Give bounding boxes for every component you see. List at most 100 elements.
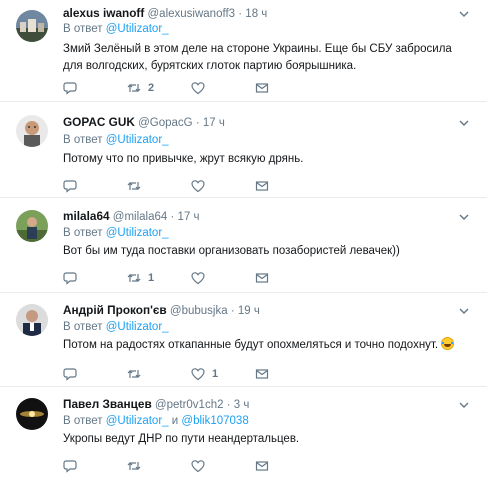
- retweet-icon: [127, 370, 141, 378]
- chevron-down-icon[interactable]: [459, 212, 469, 222]
- tweet[interactable]: Андрій Прокоп'єв @bubusjka · 19 ч В отве…: [0, 293, 487, 387]
- heart-icon: [191, 368, 205, 381]
- user-name[interactable]: Павел Званцев: [63, 397, 152, 411]
- retweet-button[interactable]: 2: [127, 80, 154, 96]
- tweet-text: Змий Зелёный в этом деле на стороне Укра…: [63, 43, 452, 72]
- tweet-header: milala64 @milala64 · 17 ч: [63, 209, 447, 224]
- reply-context: В ответ @Utilizator_: [63, 320, 169, 334]
- reply-icon: [63, 272, 77, 285]
- envelope-icon: [255, 181, 269, 191]
- tweet[interactable]: milala64 @milala64 · 17 ч В ответ @Utili…: [0, 198, 487, 293]
- user-name[interactable]: alexus iwanoff: [63, 6, 144, 20]
- retweet-icon: [127, 274, 141, 282]
- like-button[interactable]: 1: [191, 366, 218, 382]
- heart-icon: [191, 272, 205, 285]
- tweet-text-body: Потом на радостях откапанные будут опохм…: [63, 339, 439, 351]
- chevron-down-icon[interactable]: [459, 9, 469, 19]
- tweet-text: Вот бы им туда поставки организовать поз…: [63, 245, 400, 257]
- avatar[interactable]: [16, 115, 48, 147]
- separator-dot: ·: [195, 117, 200, 129]
- timestamp[interactable]: 3 ч: [234, 399, 250, 411]
- heart-icon: [191, 180, 205, 193]
- reply-prefix: В ответ: [63, 134, 103, 146]
- envelope-icon: [255, 273, 269, 283]
- timestamp[interactable]: 19 ч: [238, 305, 260, 317]
- separator-dot: ·: [230, 305, 235, 317]
- mention-link[interactable]: @Utilizator_: [106, 227, 169, 239]
- separator-dot: ·: [226, 399, 231, 411]
- tweet[interactable]: alexus iwanoff @alexusiwanoff3 · 18 ч В …: [0, 0, 487, 102]
- retweet-icon: [127, 84, 141, 92]
- mention-link[interactable]: @Utilizator_: [106, 321, 169, 333]
- like-count: 1: [212, 368, 219, 380]
- reply-prefix: В ответ: [63, 415, 103, 427]
- retweet-count: 1: [148, 272, 155, 284]
- envelope-icon: [255, 369, 269, 379]
- action-bar: [63, 178, 283, 194]
- user-name[interactable]: Андрій Прокоп'єв: [63, 303, 167, 317]
- timestamp[interactable]: 17 ч: [178, 211, 200, 223]
- reply-context: В ответ @Utilizator_ и @blik107038: [63, 414, 249, 428]
- separator-dot: ·: [170, 211, 175, 223]
- chevron-down-icon[interactable]: [459, 306, 469, 316]
- retweet-button[interactable]: [127, 458, 148, 474]
- reply-button[interactable]: [63, 366, 84, 382]
- reply-icon: [63, 368, 77, 381]
- like-button[interactable]: [191, 458, 212, 474]
- reply-context: В ответ @Utilizator_: [63, 226, 169, 240]
- like-button[interactable]: [191, 178, 212, 194]
- mention-link[interactable]: @Utilizator_: [106, 23, 169, 35]
- dm-button[interactable]: [255, 458, 269, 474]
- user-name[interactable]: milala64: [63, 209, 110, 223]
- retweet-count: 2: [148, 82, 155, 94]
- retweet-button[interactable]: [127, 366, 148, 382]
- like-button[interactable]: [191, 80, 212, 96]
- chevron-down-icon[interactable]: [459, 118, 469, 128]
- action-bar: 2: [63, 80, 283, 96]
- user-handle[interactable]: @GopacG: [138, 117, 193, 129]
- tears-of-joy-emoji-icon: [441, 337, 455, 350]
- reply-button[interactable]: [63, 458, 84, 474]
- avatar[interactable]: [16, 210, 48, 242]
- mention-link-2[interactable]: @blik107038: [181, 415, 248, 427]
- chevron-down-icon[interactable]: [459, 400, 469, 410]
- reply-context: В ответ @Utilizator_: [63, 133, 169, 147]
- action-bar: 1: [63, 366, 283, 382]
- mention-link[interactable]: @Utilizator_: [106, 415, 169, 427]
- avatar[interactable]: [16, 398, 48, 430]
- retweet-button[interactable]: 1: [127, 270, 154, 286]
- user-handle[interactable]: @milala64: [113, 211, 168, 223]
- user-handle[interactable]: @alexusiwanoff3: [148, 8, 236, 20]
- timestamp[interactable]: 17 ч: [203, 117, 225, 129]
- envelope-icon: [255, 461, 269, 471]
- dm-button[interactable]: [255, 178, 269, 194]
- tweet-text: Потом на радостях откапанные будут опохм…: [63, 337, 473, 354]
- reply-conjunction: и: [171, 415, 179, 427]
- heart-icon: [191, 460, 205, 473]
- retweet-icon: [127, 182, 141, 190]
- avatar[interactable]: [16, 304, 48, 336]
- dm-button[interactable]: [255, 366, 269, 382]
- reply-icon: [63, 460, 77, 473]
- avatar[interactable]: [16, 10, 48, 42]
- action-bar: 1: [63, 270, 283, 286]
- user-name[interactable]: GOPAC GUK: [63, 115, 135, 129]
- mention-link[interactable]: @Utilizator_: [106, 134, 169, 146]
- reply-prefix: В ответ: [63, 227, 103, 239]
- tweet[interactable]: GOPAC GUK @GopacG · 17 ч В ответ @Utiliz…: [0, 102, 487, 198]
- user-handle[interactable]: @petr0v1ch2: [155, 399, 224, 411]
- user-handle[interactable]: @bubusjka: [170, 305, 228, 317]
- reply-icon: [63, 82, 77, 95]
- reply-button[interactable]: [63, 178, 84, 194]
- tweet-header: Андрій Прокоп'єв @bubusjka · 19 ч: [63, 303, 447, 318]
- tweet-header: GOPAC GUK @GopacG · 17 ч: [63, 115, 447, 130]
- tweet-text: Укропы ведут ДНР по пути неандертальцев.: [63, 433, 300, 445]
- dm-button[interactable]: [255, 80, 269, 96]
- retweet-button[interactable]: [127, 178, 148, 194]
- reply-button[interactable]: [63, 270, 84, 286]
- timestamp[interactable]: 18 ч: [245, 8, 267, 20]
- reply-button[interactable]: [63, 80, 84, 96]
- dm-button[interactable]: [255, 270, 269, 286]
- tweet[interactable]: Павел Званцев @petr0v1ch2 · 3 ч В ответ …: [0, 387, 487, 489]
- like-button[interactable]: [191, 270, 212, 286]
